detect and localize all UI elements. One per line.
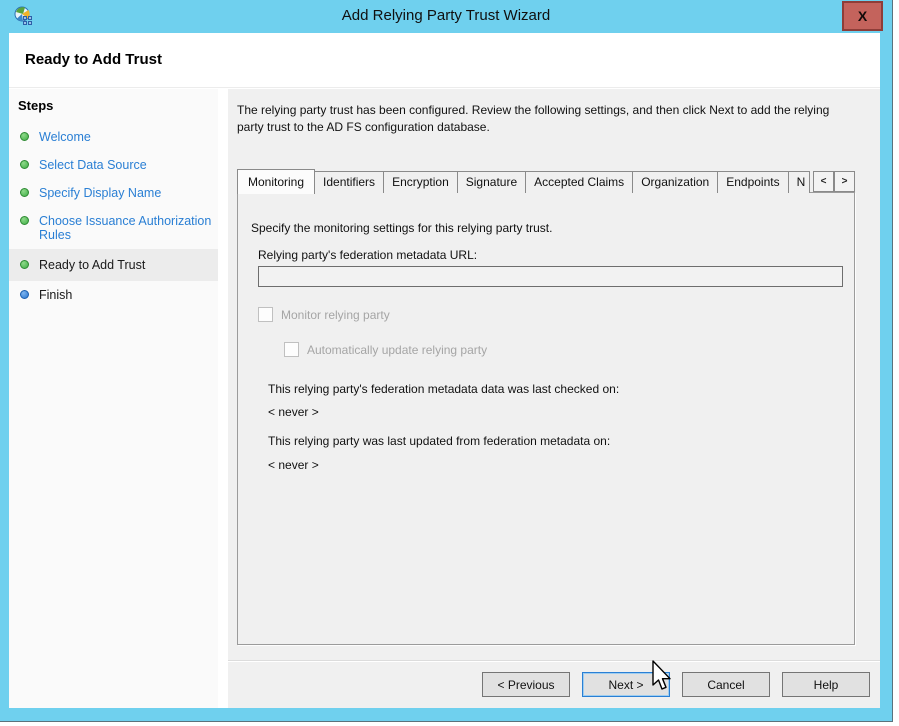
step-select-data-source[interactable]: Select Data Source bbox=[9, 151, 218, 179]
tab-monitoring[interactable]: Monitoring bbox=[237, 169, 315, 194]
wizard-window: Add Relying Party Trust Wizard X Ready t… bbox=[0, 0, 893, 722]
monitoring-tab-panel: Specify the monitoring settings for this… bbox=[237, 192, 855, 645]
step-finish[interactable]: Finish bbox=[9, 281, 218, 309]
tab-encryption[interactable]: Encryption bbox=[383, 171, 458, 193]
step-label: Select Data Source bbox=[39, 158, 147, 172]
window-title: Add Relying Party Trust Wizard bbox=[0, 7, 892, 24]
last-updated-label: This relying party was last updated from… bbox=[268, 434, 610, 448]
step-label: Choose Issuance Authorization Rules bbox=[39, 214, 212, 242]
step-done-bullet-icon bbox=[20, 160, 29, 169]
wizard-button-bar: < Previous Next > Cancel Help bbox=[228, 660, 880, 708]
step-label: Welcome bbox=[39, 130, 91, 144]
titlebar[interactable]: Add Relying Party Trust Wizard X bbox=[0, 0, 892, 33]
step-done-bullet-icon bbox=[20, 188, 29, 197]
tab-notes-partial[interactable]: N bbox=[788, 171, 810, 193]
step-label: Ready to Add Trust bbox=[39, 258, 145, 272]
tab-identifiers[interactable]: Identifiers bbox=[314, 171, 384, 193]
cancel-button[interactable]: Cancel bbox=[682, 672, 770, 697]
checkbox-unchecked-icon[interactable] bbox=[258, 307, 273, 322]
step-ready-to-add-trust[interactable]: Ready to Add Trust bbox=[9, 249, 218, 281]
tab-accepted-claims[interactable]: Accepted Claims bbox=[525, 171, 633, 193]
step-choose-issuance-authorization-rules[interactable]: Choose Issuance Authorization Rules bbox=[9, 207, 218, 249]
settings-tab-control: Monitoring Identifiers Encryption Signat… bbox=[237, 169, 855, 645]
tab-organization[interactable]: Organization bbox=[632, 171, 718, 193]
next-button[interactable]: Next > bbox=[582, 672, 670, 697]
client-area: Ready to Add Trust Steps Welcome Select … bbox=[9, 33, 880, 708]
monitor-relying-party-label: Monitor relying party bbox=[281, 308, 390, 322]
intro-text: The relying party trust has been configu… bbox=[237, 102, 855, 136]
auto-update-relying-party-label: Automatically update relying party bbox=[307, 343, 487, 357]
tab-scroll-left-button[interactable]: < bbox=[813, 171, 834, 192]
step-done-bullet-icon bbox=[20, 216, 29, 225]
metadata-url-label: Relying party's federation metadata URL: bbox=[258, 248, 477, 262]
tab-endpoints[interactable]: Endpoints bbox=[717, 171, 788, 193]
auto-update-relying-party-checkbox-row[interactable]: Automatically update relying party bbox=[284, 342, 487, 357]
step-done-bullet-icon bbox=[20, 132, 29, 141]
steps-sidebar: Steps Welcome Select Data Source Specify… bbox=[9, 89, 218, 708]
help-button[interactable]: Help bbox=[782, 672, 870, 697]
tab-signature[interactable]: Signature bbox=[457, 171, 526, 193]
step-label: Specify Display Name bbox=[39, 186, 161, 200]
monitor-relying-party-checkbox-row[interactable]: Monitor relying party bbox=[258, 307, 390, 322]
step-specify-display-name[interactable]: Specify Display Name bbox=[9, 179, 218, 207]
step-welcome[interactable]: Welcome bbox=[9, 123, 218, 151]
checkbox-unchecked-icon[interactable] bbox=[284, 342, 299, 357]
page: Add Relying Party Trust Wizard X Ready t… bbox=[0, 0, 899, 726]
tab-scroll-right-button[interactable]: > bbox=[834, 171, 855, 192]
close-button[interactable]: X bbox=[842, 1, 883, 31]
last-checked-value: < never > bbox=[268, 405, 319, 419]
step-label: Finish bbox=[39, 288, 72, 302]
previous-button[interactable]: < Previous bbox=[482, 672, 570, 697]
metadata-url-input[interactable] bbox=[258, 266, 843, 287]
steps-heading: Steps bbox=[9, 89, 218, 123]
main-panel: The relying party trust has been configu… bbox=[228, 89, 880, 708]
last-checked-label: This relying party's federation metadata… bbox=[268, 382, 619, 396]
monitoring-instruction: Specify the monitoring settings for this… bbox=[251, 221, 552, 235]
step-upcoming-bullet-icon bbox=[20, 290, 29, 299]
last-updated-value: < never > bbox=[268, 458, 319, 472]
tab-strip: Monitoring Identifiers Encryption Signat… bbox=[237, 169, 855, 193]
step-done-bullet-icon bbox=[20, 260, 29, 269]
page-header: Ready to Add Trust bbox=[9, 33, 880, 88]
page-title: Ready to Add Trust bbox=[9, 33, 880, 68]
